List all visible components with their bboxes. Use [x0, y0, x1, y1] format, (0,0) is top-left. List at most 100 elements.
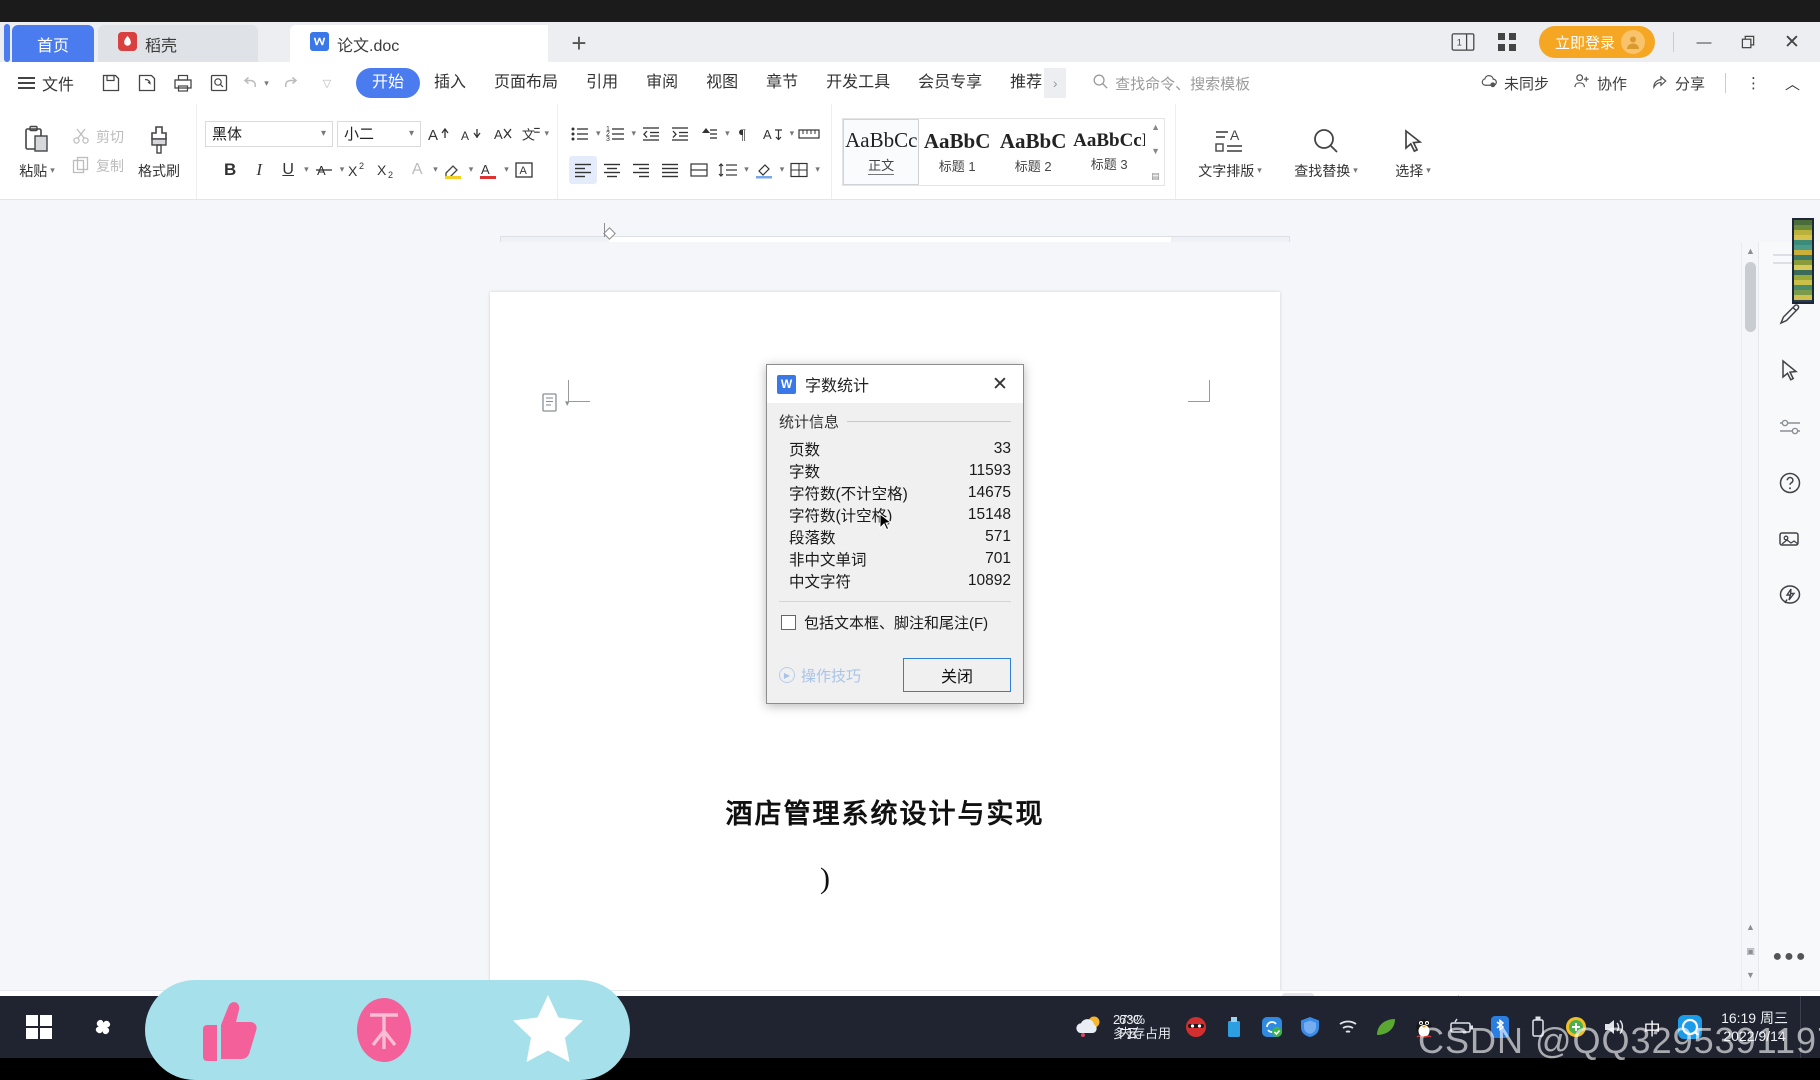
align-right-button[interactable]: [627, 156, 655, 184]
ribbon-tab-insert[interactable]: 插入: [420, 68, 480, 98]
windows-start-icon[interactable]: [10, 998, 68, 1056]
ruler-grid-button[interactable]: [795, 120, 823, 148]
show-marks-button[interactable]: ¶: [731, 120, 759, 148]
numbered-list-button[interactable]: 123: [602, 120, 630, 148]
customize-toolbar-icon[interactable]: ▽: [310, 68, 344, 98]
decrease-indent-button[interactable]: [637, 120, 665, 148]
ribbon-tab-developer[interactable]: 开发工具: [812, 68, 904, 98]
pinyin-guide-button[interactable]: 文 ▾: [521, 120, 549, 148]
print-preview-icon[interactable]: [202, 68, 236, 98]
format-painter-button[interactable]: 格式刷: [128, 123, 190, 181]
sliders-icon[interactable]: [1773, 410, 1807, 444]
character-border-button[interactable]: A: [510, 156, 538, 184]
scrollbar-thumb[interactable]: [1745, 262, 1756, 332]
italic-button[interactable]: I: [245, 156, 273, 184]
dialog-close-icon[interactable]: ✕: [985, 369, 1015, 399]
cursor-icon[interactable]: [1773, 354, 1807, 388]
decrease-font-size-button[interactable]: A: [457, 120, 485, 148]
close-button[interactable]: ✕: [1772, 24, 1812, 60]
print-icon[interactable]: [166, 68, 200, 98]
shield-icon[interactable]: [1297, 1014, 1323, 1040]
distribute-button[interactable]: [685, 156, 713, 184]
idea-icon[interactable]: [1773, 578, 1807, 612]
mask-icon[interactable]: [1183, 1014, 1209, 1040]
ribbon-tab-member[interactable]: 会员专享: [904, 68, 996, 98]
ribbon-tab-start[interactable]: 开始: [356, 68, 421, 98]
copy-button[interactable]: 复制: [72, 156, 124, 177]
bold-button[interactable]: B: [216, 156, 244, 184]
select-browse-object-button[interactable]: ▣: [1742, 942, 1759, 960]
select-button[interactable]: 选择 ▾: [1374, 123, 1452, 181]
style-gallery-scroll[interactable]: ▲ ▼ ▤: [1147, 119, 1164, 185]
image-icon[interactable]: [1773, 522, 1807, 556]
new-tab-button[interactable]: +: [548, 25, 610, 62]
ribbon-tab-page-layout[interactable]: 页面布局: [480, 68, 572, 98]
ribbon-tabs-more-button[interactable]: ›: [1044, 68, 1067, 98]
cut-button[interactable]: 剪切: [72, 127, 124, 148]
more-options-button[interactable]: ⋮: [1736, 74, 1771, 92]
minimize-button[interactable]: —: [1684, 24, 1724, 60]
ribbon-tab-view[interactable]: 视图: [692, 68, 752, 98]
align-left-button[interactable]: [569, 155, 598, 184]
style-heading-3[interactable]: AaBbCcI 标题 3: [1071, 119, 1147, 185]
include-textboxes-checkbox[interactable]: [781, 615, 796, 630]
scroll-up-button[interactable]: ▲: [1742, 242, 1759, 260]
highlight-color-button[interactable]: [439, 156, 467, 184]
help-icon[interactable]: [1773, 466, 1807, 500]
rail-more-button[interactable]: ●●●: [1759, 948, 1820, 966]
text-effects-button[interactable]: A: [403, 156, 431, 184]
sync-status-button[interactable]: 未同步: [1470, 73, 1559, 94]
ribbon-tab-review[interactable]: 审阅: [632, 68, 692, 98]
previous-page-button[interactable]: ▲: [1742, 918, 1759, 936]
underline-button[interactable]: U: [274, 156, 302, 184]
login-button[interactable]: 立即登录: [1538, 26, 1655, 58]
align-center-button[interactable]: [598, 156, 626, 184]
tab-home[interactable]: 首页: [12, 25, 94, 62]
search-input[interactable]: 查找命令、搜索模板: [1092, 73, 1250, 94]
strikethrough-button[interactable]: A: [310, 156, 338, 184]
find-replace-button[interactable]: 查找替换 ▾: [1278, 123, 1374, 181]
tab-docer[interactable]: 稻壳: [98, 25, 258, 62]
weather-widget[interactable]: 27°C 多云 63% 内存占用: [1074, 1013, 1171, 1042]
single-page-view-icon[interactable]: 1: [1443, 24, 1483, 60]
tips-link[interactable]: ▶ 操作技巧: [779, 665, 861, 686]
style-heading-2[interactable]: AaBbC 标题 2: [995, 119, 1071, 185]
word-count-dialog[interactable]: W 字数统计 ✕ 统计信息 页数 33 字数 11593 字符数(不计空格) 1…: [766, 364, 1024, 704]
save-as-icon[interactable]: [130, 68, 164, 98]
increase-indent-button[interactable]: [666, 120, 694, 148]
vertical-scrollbar[interactable]: ▲ ▲ ▣ ▼: [1741, 242, 1758, 990]
line-spacing-button[interactable]: [714, 156, 742, 184]
next-page-button[interactable]: ▼: [1742, 966, 1759, 984]
tab-document[interactable]: 论文.doc: [290, 25, 560, 62]
text-direction-button[interactable]: A: [760, 120, 788, 148]
clear-format-button[interactable]: A: [489, 120, 517, 148]
multi-window-icon[interactable]: [1487, 24, 1527, 60]
borders-button[interactable]: [785, 156, 813, 184]
paste-button[interactable]: 粘贴 ▾: [6, 123, 68, 181]
ribbon-tab-section[interactable]: 章节: [752, 68, 812, 98]
sort-button[interactable]: [695, 120, 723, 148]
leaf-icon[interactable]: [1373, 1014, 1399, 1040]
file-menu-button[interactable]: 文件: [0, 71, 88, 95]
collapse-ribbon-button[interactable]: ︿: [1775, 73, 1810, 94]
increase-font-size-button[interactable]: A: [425, 120, 453, 148]
redo-icon[interactable]: [274, 68, 308, 98]
superscript-button[interactable]: X2: [345, 156, 373, 184]
style-normal[interactable]: AaBbCcI 正文: [843, 118, 920, 185]
text-layout-button[interactable]: A 文字排版 ▾: [1182, 123, 1278, 181]
bullet-list-button[interactable]: [566, 120, 594, 148]
save-icon[interactable]: [94, 68, 128, 98]
wifi-icon[interactable]: [1335, 1014, 1361, 1040]
usb-icon[interactable]: [1221, 1014, 1247, 1040]
justify-button[interactable]: [656, 156, 684, 184]
font-size-select[interactable]: 小二 ▾: [337, 120, 421, 147]
tab-stop-marker[interactable]: [604, 223, 605, 237]
ribbon-tab-references[interactable]: 引用: [572, 68, 632, 98]
undo-icon[interactable]: ▾: [238, 68, 272, 98]
subscript-button[interactable]: X2: [374, 156, 402, 184]
share-button[interactable]: 分享: [1641, 73, 1715, 94]
font-name-select[interactable]: 黑体 ▾: [205, 120, 333, 147]
style-heading-1[interactable]: AaBbC 标题 1: [919, 119, 995, 185]
maximize-button[interactable]: [1728, 24, 1768, 60]
shading-button[interactable]: [750, 156, 778, 184]
